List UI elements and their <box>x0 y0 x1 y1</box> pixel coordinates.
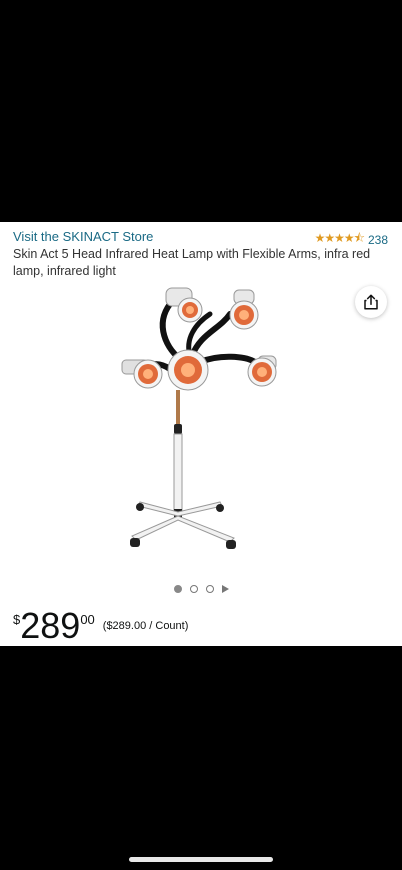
price-whole: 289 <box>20 605 81 646</box>
carousel-dot[interactable] <box>205 585 214 593</box>
carousel-dot[interactable] <box>189 585 198 593</box>
unit-price: ($289.00 / Count) <box>102 620 189 632</box>
price: $ 289 00 ($289.00 / Count) <box>13 606 188 646</box>
store-link[interactable]: Visit the SKINACT Store <box>13 229 153 244</box>
rating-count[interactable]: 238 <box>368 233 388 247</box>
product-card: Visit the SKINACT Store ★★★★⯪ 238 Skin A… <box>0 222 402 646</box>
carousel-dot[interactable] <box>173 585 182 593</box>
video-play-icon[interactable] <box>221 585 229 593</box>
share-icon <box>364 294 378 310</box>
home-indicator[interactable] <box>129 857 273 862</box>
product-title: Skin Act 5 Head Infrared Heat Lamp with … <box>13 247 371 278</box>
product-image[interactable] <box>110 284 290 574</box>
share-button[interactable] <box>355 286 387 318</box>
price-symbol: $ <box>13 612 21 627</box>
price-fraction: 00 <box>80 612 95 627</box>
carousel-indicator <box>0 585 402 593</box>
